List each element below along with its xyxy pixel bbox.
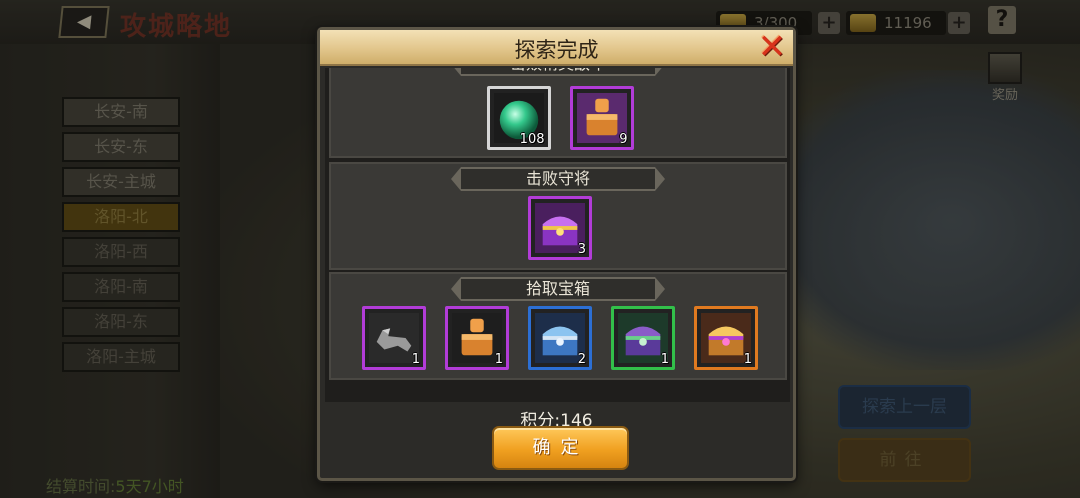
item-count: 1 bbox=[743, 352, 752, 367]
reward-section: 拾取宝箱 1 1 2 1 1 bbox=[329, 272, 787, 380]
item-count: 3 bbox=[577, 242, 586, 257]
reward-item[interactable]: 108 bbox=[486, 86, 551, 150]
close-x-icon[interactable]: ✕ bbox=[756, 30, 788, 64]
item-count: 1 bbox=[660, 352, 669, 367]
item-count: 1 bbox=[494, 352, 503, 367]
reward-item[interactable]: 9 bbox=[569, 86, 634, 150]
section-header: 击败守将 bbox=[451, 167, 665, 191]
rewards-scroll-area[interactable]: 击败精英敌军 108 9 击败守将 bbox=[325, 68, 790, 402]
reward-item[interactable]: 1 bbox=[362, 306, 426, 370]
item-count: 9 bbox=[619, 132, 628, 147]
section-header: 拾取宝箱 bbox=[451, 277, 665, 301]
reward-section: 击败精英敌军 108 9 bbox=[329, 68, 787, 158]
item-count: 108 bbox=[519, 132, 545, 147]
item-row: 3 bbox=[331, 196, 789, 260]
item-row: 108 9 bbox=[331, 86, 789, 150]
item-count: 1 bbox=[411, 352, 420, 367]
dialog-title: 探索完成 bbox=[514, 38, 599, 62]
reward-item[interactable]: 1 bbox=[445, 306, 509, 370]
confirm-button[interactable]: 确定 bbox=[492, 426, 629, 470]
section-header: 击败精英敌军 bbox=[451, 68, 665, 76]
reward-section: 击败守将 3 bbox=[329, 162, 787, 270]
item-row: 1 1 2 1 1 bbox=[331, 306, 789, 370]
reward-item[interactable]: 1 bbox=[611, 306, 675, 370]
reward-item[interactable]: 3 bbox=[528, 196, 592, 260]
reward-item[interactable]: 2 bbox=[528, 306, 592, 370]
explore-complete-dialog: 探索完成 ✕ 击败精英敌军 108 9 bbox=[317, 27, 796, 481]
item-count: 2 bbox=[577, 352, 586, 367]
reward-item[interactable]: 1 bbox=[694, 306, 758, 370]
dialog-header: 探索完成 ✕ bbox=[320, 30, 793, 66]
